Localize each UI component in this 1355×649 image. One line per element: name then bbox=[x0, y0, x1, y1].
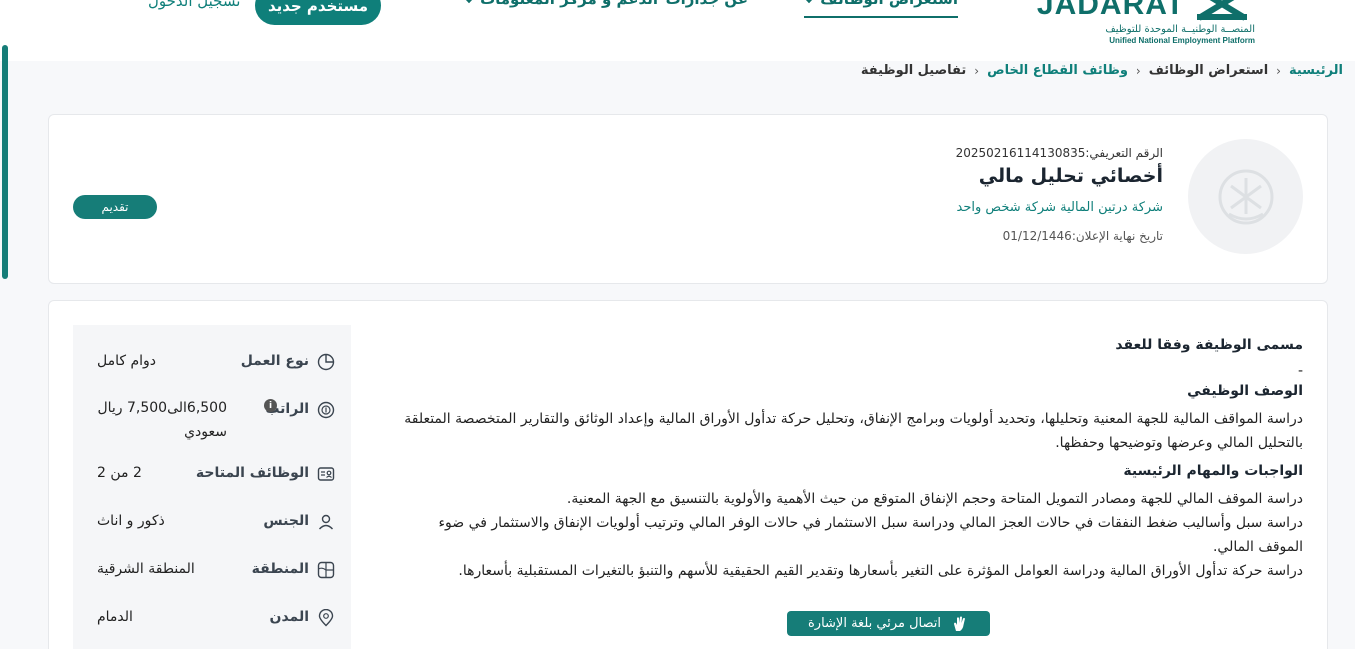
hand-sign-icon bbox=[954, 616, 966, 631]
info-row-cities: المدن الدمام bbox=[73, 607, 351, 647]
info-row-work-type: نوع العمل دوام كامل bbox=[73, 351, 351, 391]
duty-item: دراسة الموقف المالي للجهة ومصادر التمويل… bbox=[566, 491, 1303, 507]
sign-language-label: اتصال مرئي بلغة الإشارة bbox=[807, 616, 942, 631]
description-heading: الوصف الوظيفي bbox=[1187, 383, 1303, 399]
user-icon bbox=[318, 514, 334, 530]
region-label: المنطقة bbox=[251, 561, 309, 577]
gender-label: الجنس bbox=[263, 513, 309, 529]
contract-title-value: - bbox=[1297, 363, 1303, 379]
contract-title-heading: مسمى الوظيفة وفقا للعقد bbox=[1115, 337, 1303, 353]
nav-about[interactable]: عن جدارات bbox=[666, 0, 748, 8]
job-details-card: مسمى الوظيفة وفقا للعقد - الوصف الوظيفي … bbox=[48, 300, 1328, 649]
page-scrollbar[interactable] bbox=[2, 45, 8, 279]
job-description: مسمى الوظيفة وفقا للعقد - الوصف الوظيفي … bbox=[403, 337, 1303, 583]
breadcrumb-current: تفاصيل الوظيفة bbox=[860, 63, 967, 78]
register-button[interactable]: مستخدم جديد bbox=[255, 0, 381, 25]
job-info-sidebar: نوع العمل دوام كامل الراتب i 6,500الى7,5… bbox=[73, 325, 351, 649]
chevron-left-icon: ‹ bbox=[1135, 63, 1141, 78]
gender-value: ذكور و اناث bbox=[97, 513, 165, 529]
logo-arabic-text: المنصــة الوطنيــة الموحدة للتوظيف bbox=[1105, 24, 1255, 35]
salary-value: 6,500الى7,500 ريال سعودي bbox=[97, 400, 227, 440]
chevron-down-icon bbox=[802, 0, 817, 4]
cities-label: المدن bbox=[269, 609, 309, 625]
breadcrumb-private-sector[interactable]: وظائف القطاع الخاص bbox=[987, 63, 1128, 78]
id-card-icon bbox=[317, 467, 335, 481]
vacancies-label: الوظائف المتاحة bbox=[195, 465, 309, 481]
sign-language-call-button[interactable]: اتصال مرئي بلغة الإشارة bbox=[787, 611, 990, 636]
job-summary-card: الرقم التعريفي:20250216114130835 أخصائي … bbox=[48, 114, 1328, 284]
login-link[interactable]: تسجيل الدخول bbox=[148, 0, 240, 10]
logo-wordmark: JADARAT bbox=[1036, 0, 1185, 21]
duty-item: دراسة سبل وأساليب ضغط النفقات في حالات ا… bbox=[438, 515, 1303, 555]
logo-emblem-icon bbox=[1197, 0, 1247, 21]
chevron-left-icon: ‹ bbox=[974, 63, 980, 78]
nav-support-label: الدعم و مركز المعلومات bbox=[480, 0, 658, 8]
chevron-down-icon bbox=[461, 0, 477, 4]
job-reference-number: الرقم التعريفي:20250216114130835 bbox=[955, 146, 1163, 160]
work-type-value: دوام كامل bbox=[97, 353, 157, 369]
job-title: أخصائي تحليل مالي bbox=[978, 165, 1163, 187]
duty-item: دراسة حركة تدأول الأوراق المالية ودراسة … bbox=[458, 563, 1303, 579]
vacancies-value: 2 من 2 bbox=[97, 465, 142, 481]
region-value: المنطقة الشرقية bbox=[97, 561, 195, 577]
logo-english-text: Unified National Employment Platform bbox=[1109, 36, 1255, 45]
info-icon[interactable]: i bbox=[264, 399, 277, 412]
apply-button[interactable]: تقديم bbox=[73, 195, 157, 219]
money-icon bbox=[317, 401, 335, 419]
description-text: دراسة المواقف المالية للجهة المعنية وتحل… bbox=[404, 411, 1303, 451]
breadcrumb: الرئيسية ‹ استعراض الوظائف ‹ وظائف القطا… bbox=[861, 63, 1343, 78]
company-logo bbox=[1188, 139, 1303, 254]
info-row-region: المنطقة المنطقة الشرقية bbox=[73, 559, 351, 599]
top-header: JADARAT المنصــة الوطنيــة الموحدة للتوظ… bbox=[0, 0, 1355, 61]
company-name-link[interactable]: شركة درتين المالية شركة شخص واحد bbox=[957, 200, 1163, 215]
nav-support[interactable]: الدعم و مركز المعلومات bbox=[461, 0, 658, 8]
pin-icon bbox=[318, 609, 334, 627]
chevron-left-icon: ‹ bbox=[1276, 63, 1281, 78]
cities-value: الدمام bbox=[97, 609, 133, 625]
nav-about-label: عن جدارات bbox=[666, 0, 748, 8]
info-row-gender: الجنس ذكور و اناث bbox=[73, 511, 351, 551]
duties-heading: الواجبات والمهام الرئيسية bbox=[1123, 463, 1303, 479]
breadcrumb-home[interactable]: الرئيسية bbox=[1289, 63, 1343, 78]
info-row-salary: الراتب i 6,500الى7,500 ريال سعودي bbox=[73, 399, 351, 440]
info-row-vacancies: الوظائف المتاحة 2 من 2 bbox=[73, 463, 351, 503]
nav-browse-jobs[interactable]: استعراض الوظائف bbox=[802, 0, 958, 18]
nav-browse-jobs-label: استعراض الوظائف bbox=[820, 0, 958, 8]
work-type-label: نوع العمل bbox=[240, 353, 309, 369]
pie-icon bbox=[317, 353, 335, 371]
map-icon bbox=[317, 561, 335, 579]
breadcrumb-jobs[interactable]: استعراض الوظائف bbox=[1149, 63, 1268, 78]
job-deadline: تاريخ نهاية الإعلان:01/12/1446 bbox=[1002, 229, 1163, 243]
emblem-placeholder-icon bbox=[1218, 169, 1273, 224]
jadarat-logo[interactable]: JADARAT المنصــة الوطنيــة الموحدة للتوظ… bbox=[1037, 0, 1255, 48]
